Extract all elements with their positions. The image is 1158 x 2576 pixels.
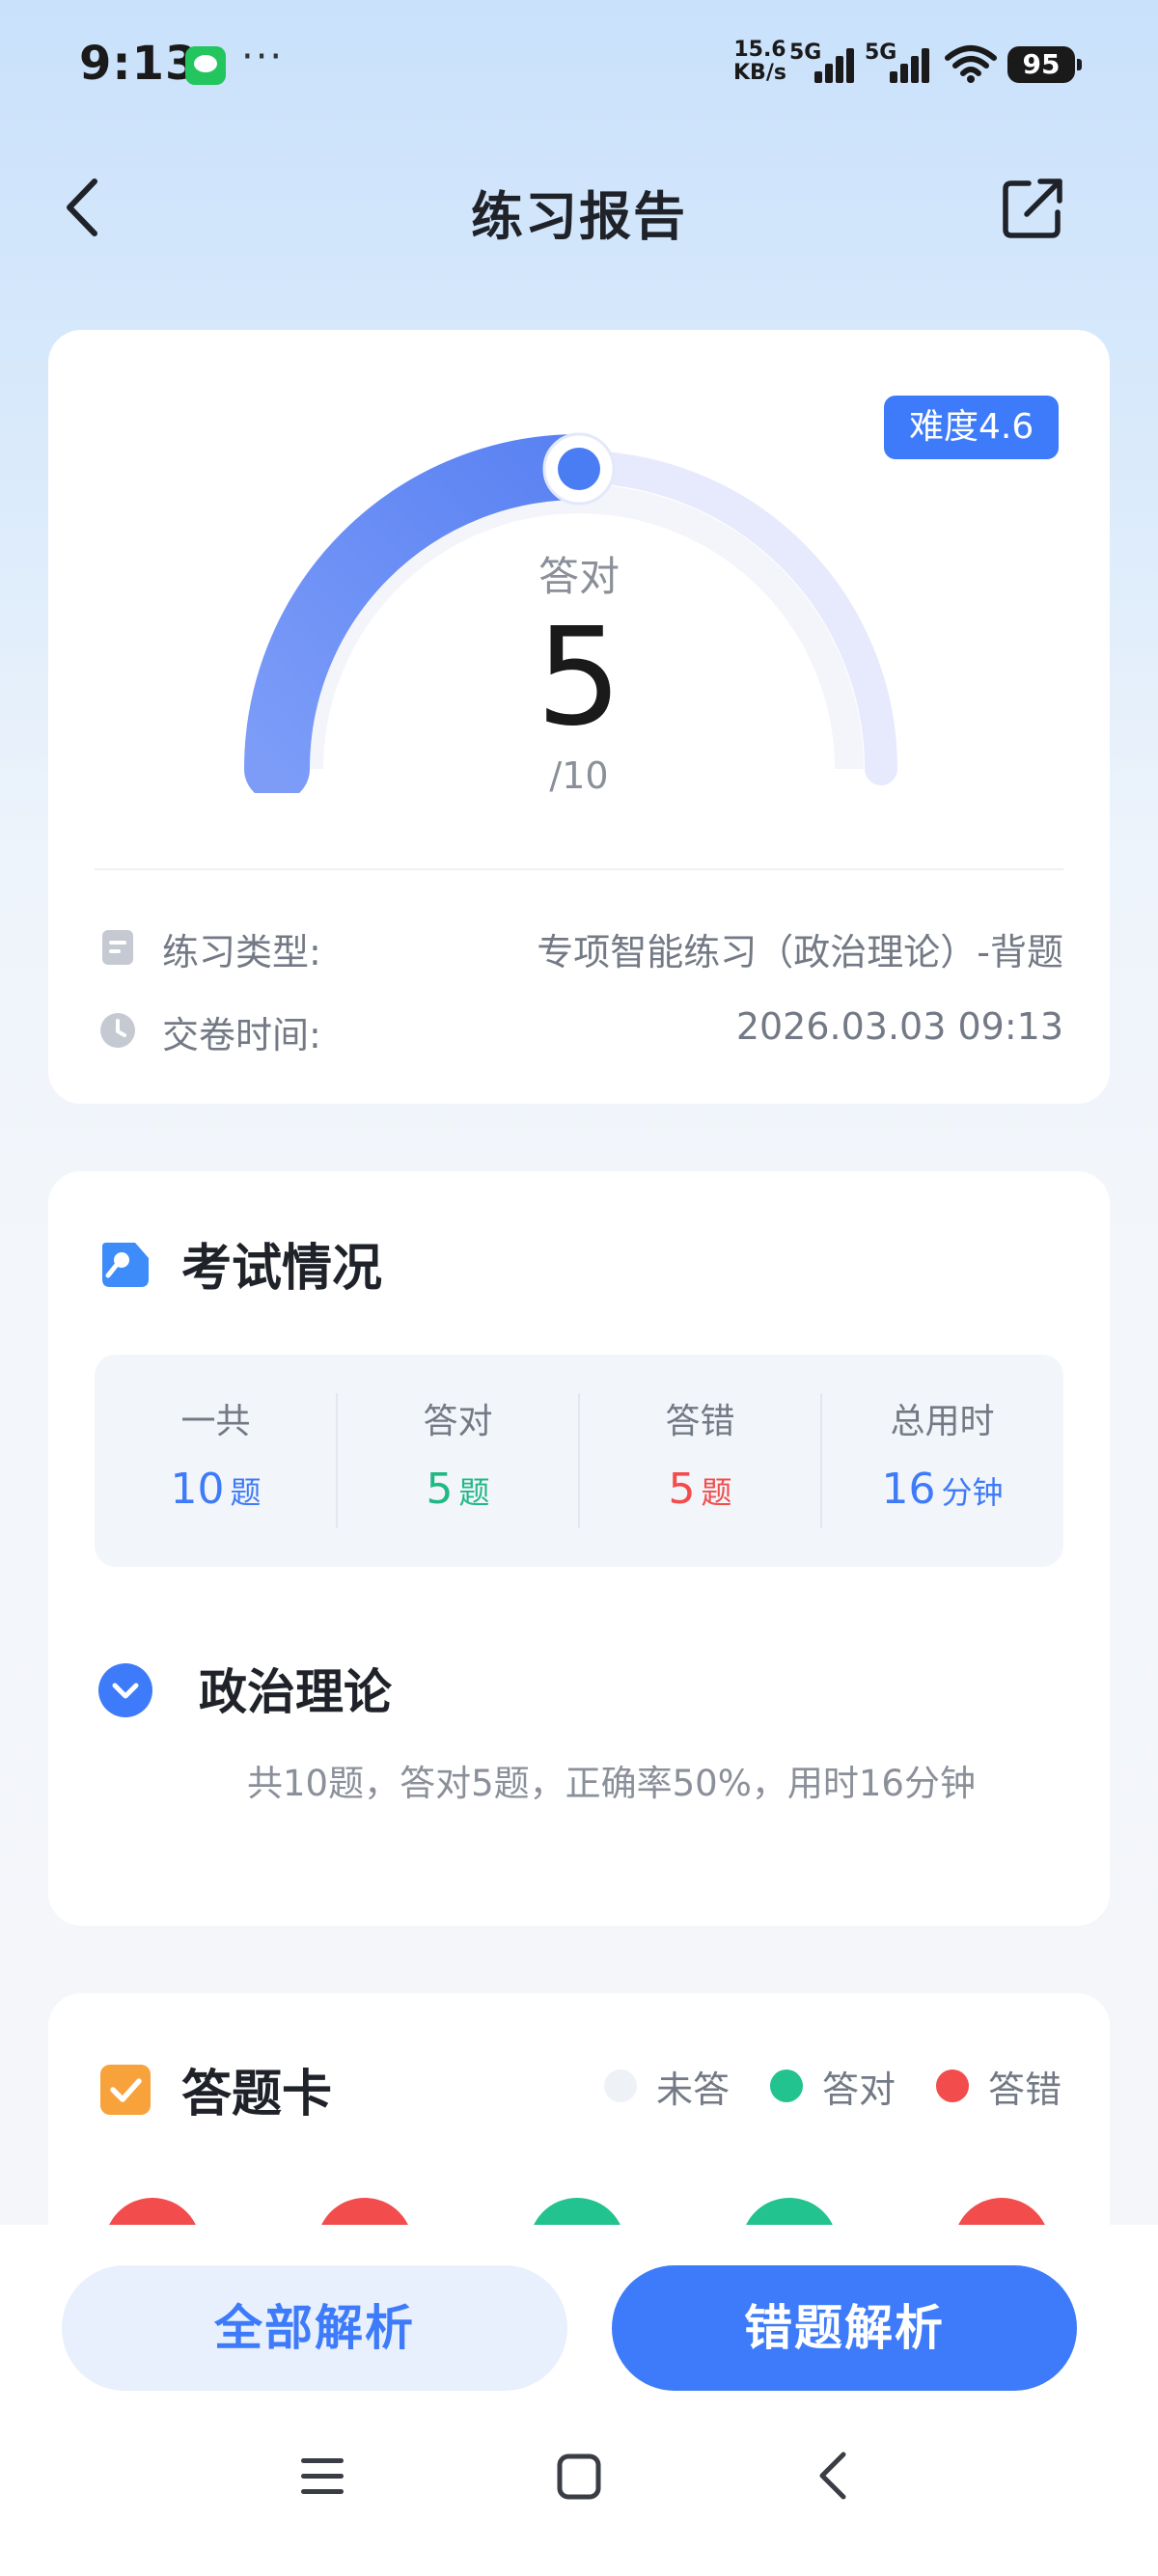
practice-type-label: 练习类型: bbox=[162, 931, 321, 973]
divider bbox=[95, 868, 1063, 870]
checkbox-icon bbox=[100, 2065, 151, 2115]
stat-wrong-label: 答错 bbox=[665, 1402, 735, 1441]
total-count: /10 bbox=[549, 754, 609, 797]
legend-correct-dot bbox=[769, 2069, 803, 2102]
more-notifications-icon: ··· bbox=[241, 35, 285, 79]
stat-total-label: 一共 bbox=[180, 1402, 251, 1441]
stat-time-value: 16 分钟 bbox=[881, 1465, 1004, 1514]
subject-title: 政治理论 bbox=[199, 1664, 392, 1720]
wrong-analysis-button[interactable]: 错题解析 bbox=[612, 2265, 1077, 2391]
exam-section-title: 考试情况 bbox=[181, 1240, 383, 1298]
legend-wrong: 答错 bbox=[935, 2060, 1062, 2113]
stat-time: 总用时 16 分钟 bbox=[821, 1355, 1063, 1567]
network-speed-unit: KB/s bbox=[733, 61, 786, 85]
network-speed-value: 15.6 bbox=[733, 38, 786, 62]
legend-unanswered-label: 未答 bbox=[655, 2068, 730, 2111]
stat-correct-value: 5题 bbox=[426, 1465, 490, 1514]
legend-wrong-dot bbox=[935, 2069, 969, 2102]
practice-type-row: 练习类型: 专项智能练习（政治理论）-背题 bbox=[98, 918, 1063, 976]
header: 练习报告 bbox=[0, 154, 1158, 260]
legend-unanswered: 未答 bbox=[603, 2060, 730, 2113]
document-icon bbox=[102, 930, 133, 965]
stat-correct-label: 答对 bbox=[423, 1402, 493, 1441]
key-badge-icon bbox=[102, 1243, 149, 1287]
difficulty-badge: 难度4.6 bbox=[884, 396, 1060, 459]
legend-correct-label: 答对 bbox=[821, 2068, 896, 2111]
message-app-icon bbox=[185, 46, 226, 85]
gauge-label: 答对 bbox=[538, 553, 620, 600]
page-title: 练习报告 bbox=[471, 186, 687, 247]
bottom-action-bar: 全部解析 错题解析 bbox=[0, 2225, 1158, 2576]
legend-correct: 答对 bbox=[769, 2060, 896, 2113]
gauge-knob-center bbox=[558, 448, 600, 490]
share-icon[interactable] bbox=[1000, 174, 1067, 241]
stat-total: 一共 10 题 bbox=[95, 1355, 337, 1567]
answer-legend: 未答 答对 答错 bbox=[564, 2057, 1062, 2115]
status-bar: 9:13 ··· 15.6 KB/s 5G 5G 95 bbox=[0, 0, 1158, 135]
stats-box: 一共 10 题 答对 5题 答错 5题 总用时 16 分钟 bbox=[95, 1355, 1063, 1567]
chevron-down-icon[interactable] bbox=[96, 1661, 154, 1719]
signal-sim1-icon: 5G bbox=[789, 41, 857, 83]
stat-wrong-value: 5题 bbox=[668, 1465, 732, 1514]
submit-time-row: 交卷时间: 2026.03.03 09:13 bbox=[98, 1001, 1063, 1059]
exam-summary-card: 考试情况 一共 10 题 答对 5题 答错 5题 总用时 16 分钟 政治理论 共1… bbox=[48, 1171, 1110, 1926]
legend-wrong-label: 答错 bbox=[987, 2068, 1062, 2111]
stat-total-value: 10 题 bbox=[170, 1465, 262, 1514]
legend-unanswered-dot bbox=[603, 2069, 637, 2102]
nav-menu-icon[interactable] bbox=[299, 2456, 345, 2497]
subject-summary: 共10题，答对5题，正确率50%，用时16分钟 bbox=[247, 1763, 976, 1804]
submit-time-value: 2026.03.03 09:13 bbox=[735, 1005, 1063, 1048]
score-card: 答对 5 /10 难度4.6 练习类型: 专项智能练习（政治理论）-背题 交卷时… bbox=[48, 330, 1110, 1104]
answer-sheet-title: 答题卡 bbox=[181, 2066, 333, 2124]
nav-home-icon[interactable] bbox=[556, 2453, 602, 2501]
wifi-icon bbox=[945, 45, 997, 83]
all-analysis-button[interactable]: 全部解析 bbox=[62, 2265, 567, 2391]
clock-icon bbox=[100, 1013, 135, 1048]
status-time: 9:13 bbox=[79, 37, 199, 91]
signal-sim2-icon: 5G bbox=[865, 41, 932, 83]
battery-indicator: 95 bbox=[1007, 46, 1082, 83]
stat-time-label: 总用时 bbox=[890, 1402, 995, 1441]
nav-back-icon[interactable] bbox=[813, 2449, 851, 2503]
subject-row[interactable]: 政治理论 共10题，答对5题，正确率50%，用时16分钟 bbox=[96, 1654, 1062, 1847]
stat-wrong: 答错 5题 bbox=[579, 1355, 821, 1567]
practice-type-value: 专项智能练习（政治理论）-背题 bbox=[537, 931, 1063, 973]
correct-count: 5 bbox=[536, 599, 622, 756]
network-speed: 15.6 KB/s bbox=[733, 39, 786, 85]
stat-correct: 答对 5题 bbox=[337, 1355, 579, 1567]
submit-time-label: 交卷时间: bbox=[162, 1014, 321, 1056]
